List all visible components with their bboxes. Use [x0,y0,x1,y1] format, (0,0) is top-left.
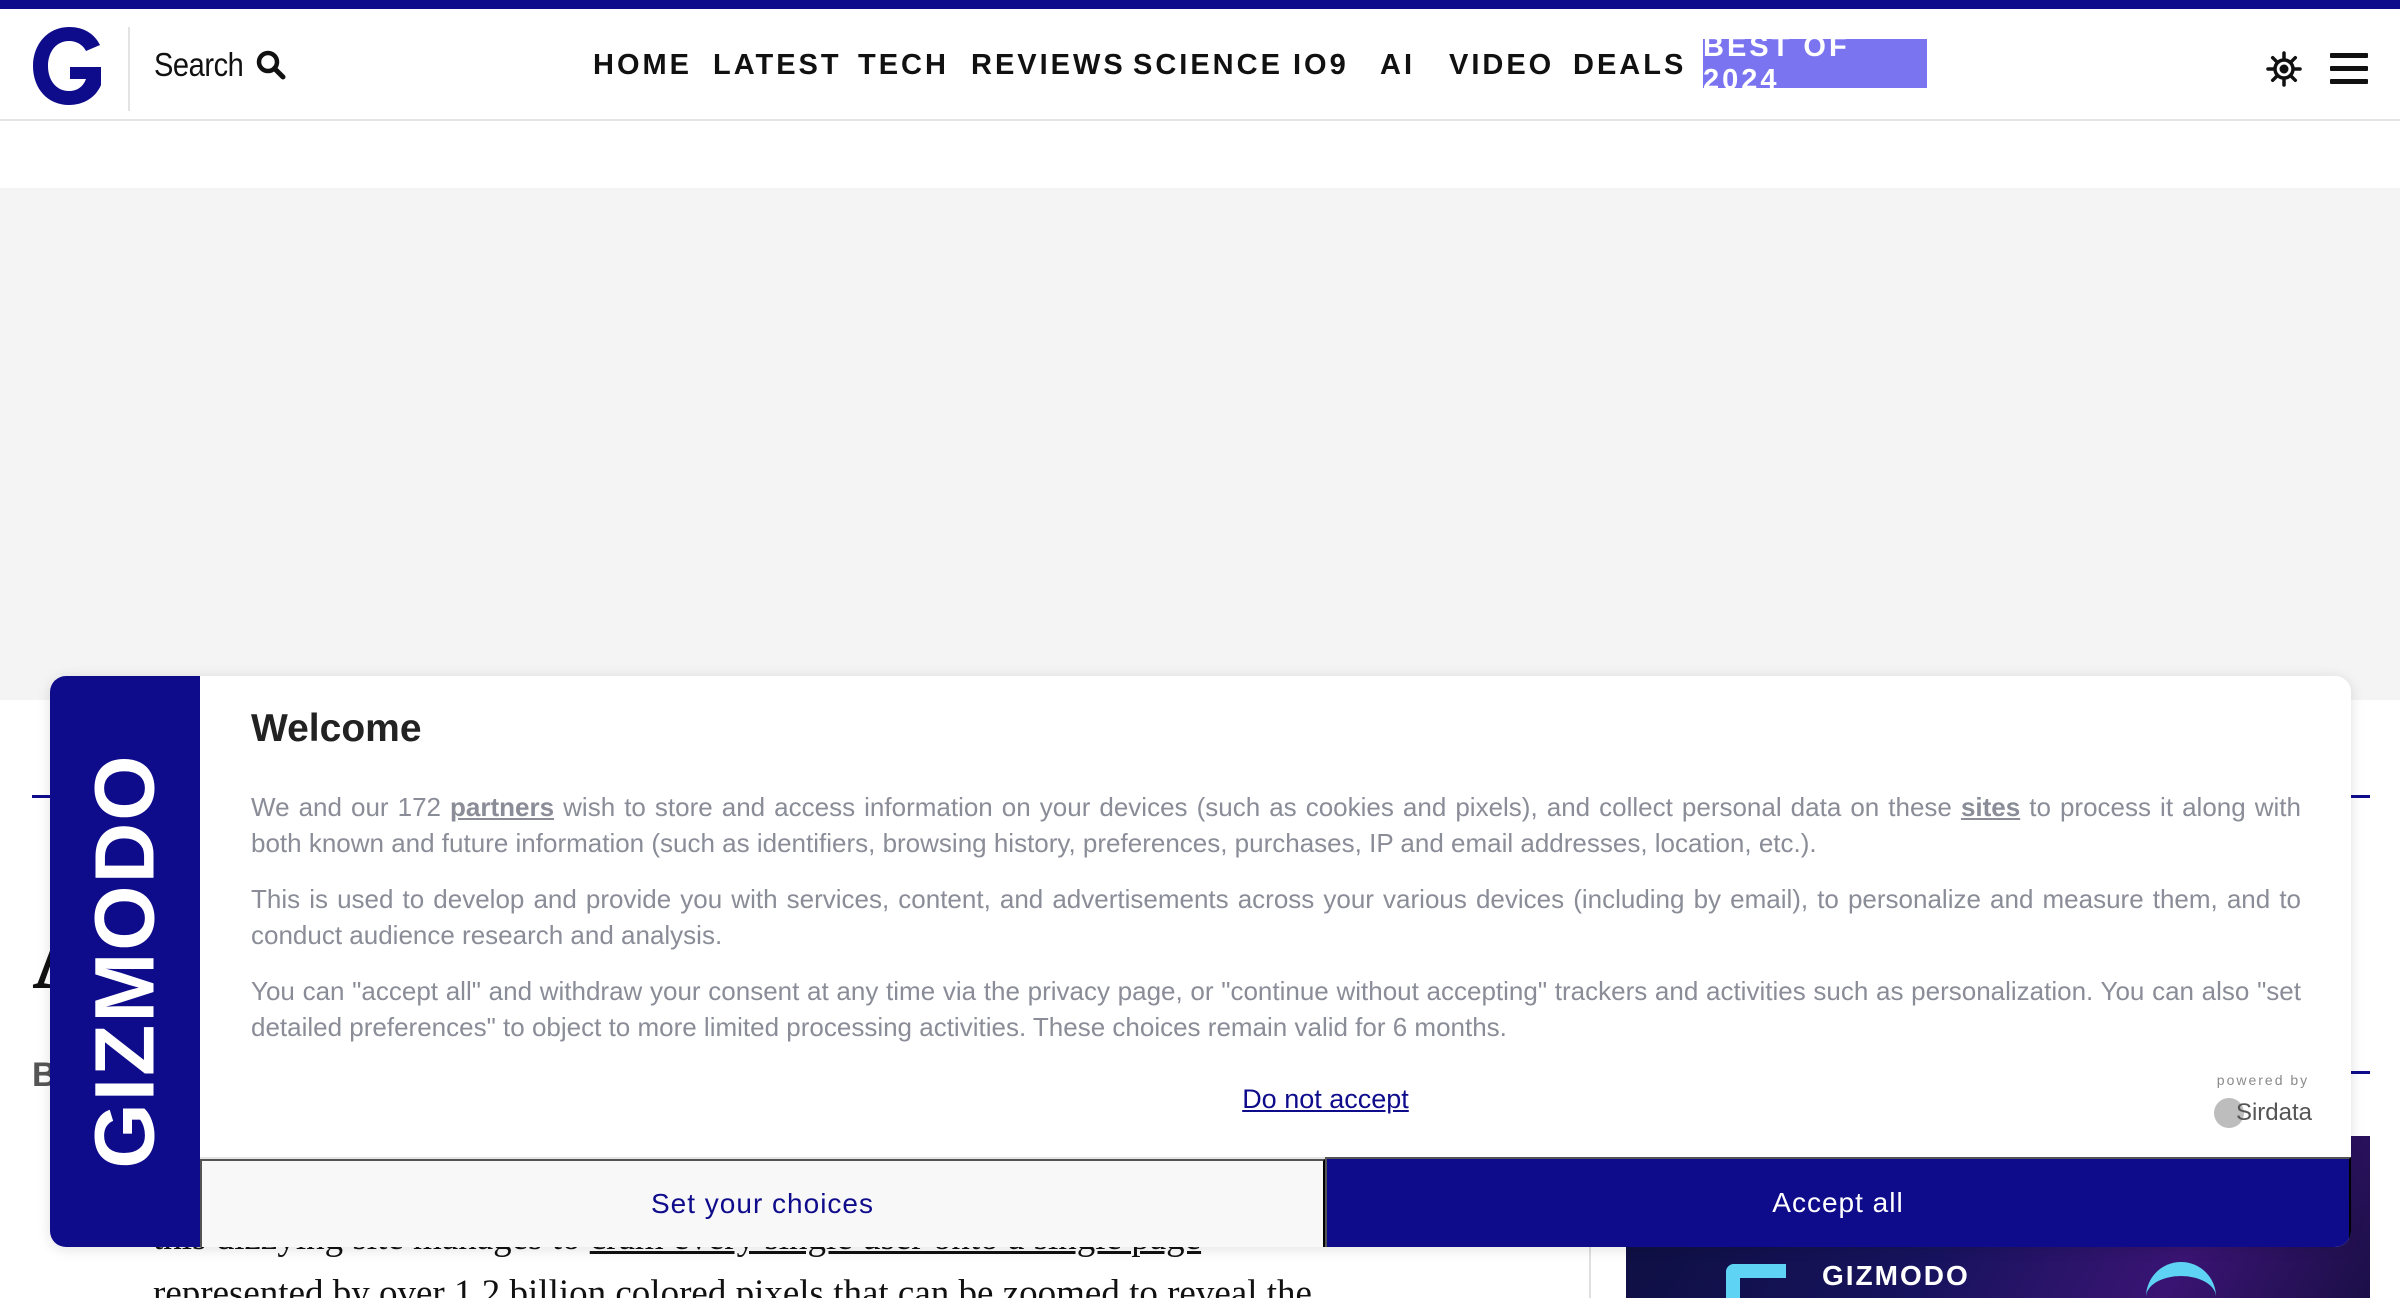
set-your-choices-button[interactable]: Set your choices [200,1159,1325,1247]
menu-bar [2330,79,2368,84]
consent-brand-panel: GIZMODO [50,676,200,1247]
consent-actions: Set your choices Accept all [200,1157,2351,1247]
consent-dialog: GIZMODO Welcome We and our 172 partners … [50,676,2351,1247]
nav-tech[interactable]: TECH [858,49,949,82]
site-header: Search HOME LATEST TECH REVIEWS SCIENCE … [0,9,2400,121]
nav-io9[interactable]: IO9 [1293,49,1349,82]
consent-text: We and our 172 [251,792,451,822]
gizmodo-wordmark: GIZMODO [77,753,172,1169]
powered-by-sirdata: powered by Sirdata [2208,1072,2318,1130]
consent-paragraph: This is used to develop and provide you … [251,884,2301,950]
partners-link[interactable]: partners [450,792,554,822]
consent-title: Welcome [251,707,422,750]
sites-link[interactable]: sites [1961,792,2020,822]
ad-slot [0,188,2400,700]
menu-bar [2330,53,2368,58]
sirdata-logo: Sirdata [2208,1096,2318,1130]
sun-icon[interactable] [2266,51,2302,87]
nav-latest[interactable]: LATEST [713,49,842,82]
nav-home[interactable]: HOME [593,49,692,82]
consent-paragraph: You can "accept all" and withdraw your c… [251,976,2301,1042]
hamburger-menu-icon[interactable] [2330,53,2368,85]
promo-graphic [1726,1264,1786,1298]
powered-by-label: powered by [2216,1072,2310,1088]
search-button[interactable]: Search [154,45,286,85]
consent-body: We and our 172 partners wish to store an… [251,789,2301,1065]
search-label: Search [154,46,244,83]
nav-science[interactable]: SCIENCE [1133,49,1283,82]
sirdata-logo-text: Sirdata [2235,1099,2313,1126]
gizmodo-g-logo[interactable] [28,23,108,109]
search-icon [256,50,286,80]
do-not-accept-link[interactable]: Do not accept [1188,1084,1463,1115]
nav-reviews[interactable]: REVIEWS [971,49,1126,82]
article-paragraph-line: represented by over 1.2 billion colored … [153,1273,1312,1298]
menu-bar [2330,66,2368,71]
promo-brand: GIZMODO [1822,1260,1970,1291]
nav-deals[interactable]: DEALS [1573,49,1686,82]
promo-graphic [2146,1262,2216,1298]
top-accent-bar [0,0,2400,9]
consent-paragraph: We and our 172 partners wish to store an… [251,789,2301,861]
nav-video[interactable]: VIDEO [1449,49,1554,82]
main-nav: HOME LATEST TECH REVIEWS SCIENCE IO9 AI … [0,9,2400,121]
consent-text: wish to store and access information on … [554,792,1961,822]
nav-best-of-2024[interactable]: BEST OF 2024 [1703,31,1927,96]
logo-divider [128,27,130,111]
accept-all-button[interactable]: Accept all [1325,1157,2351,1247]
nav-ai[interactable]: AI [1380,49,1415,82]
